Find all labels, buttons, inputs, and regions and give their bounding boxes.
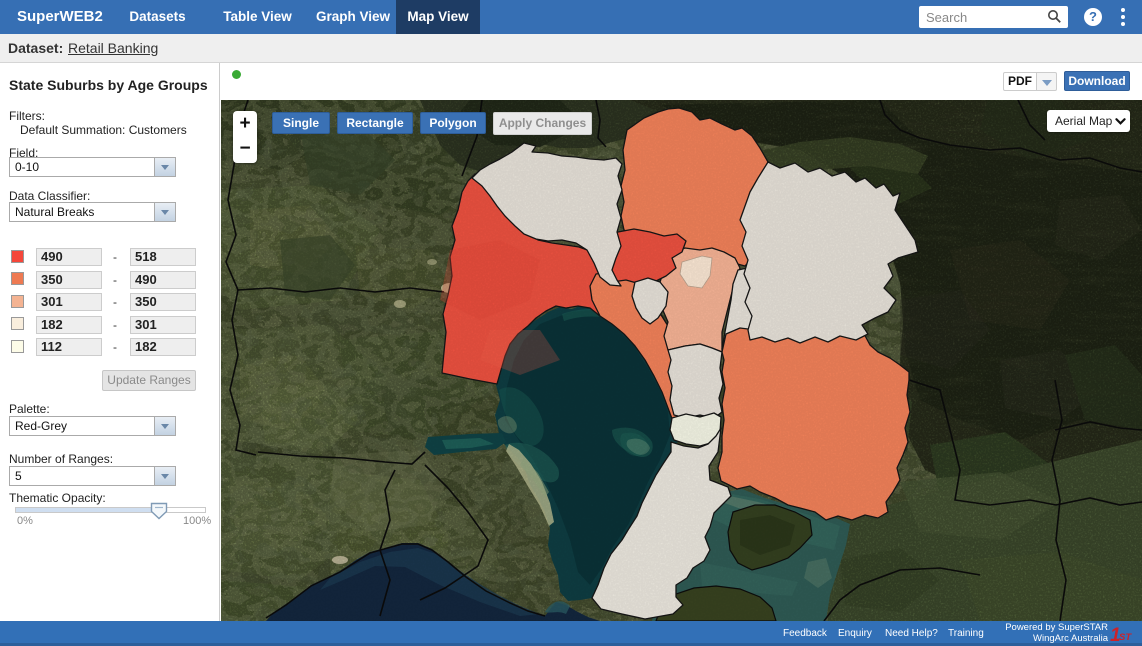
svg-text:ST: ST xyxy=(1119,632,1132,643)
